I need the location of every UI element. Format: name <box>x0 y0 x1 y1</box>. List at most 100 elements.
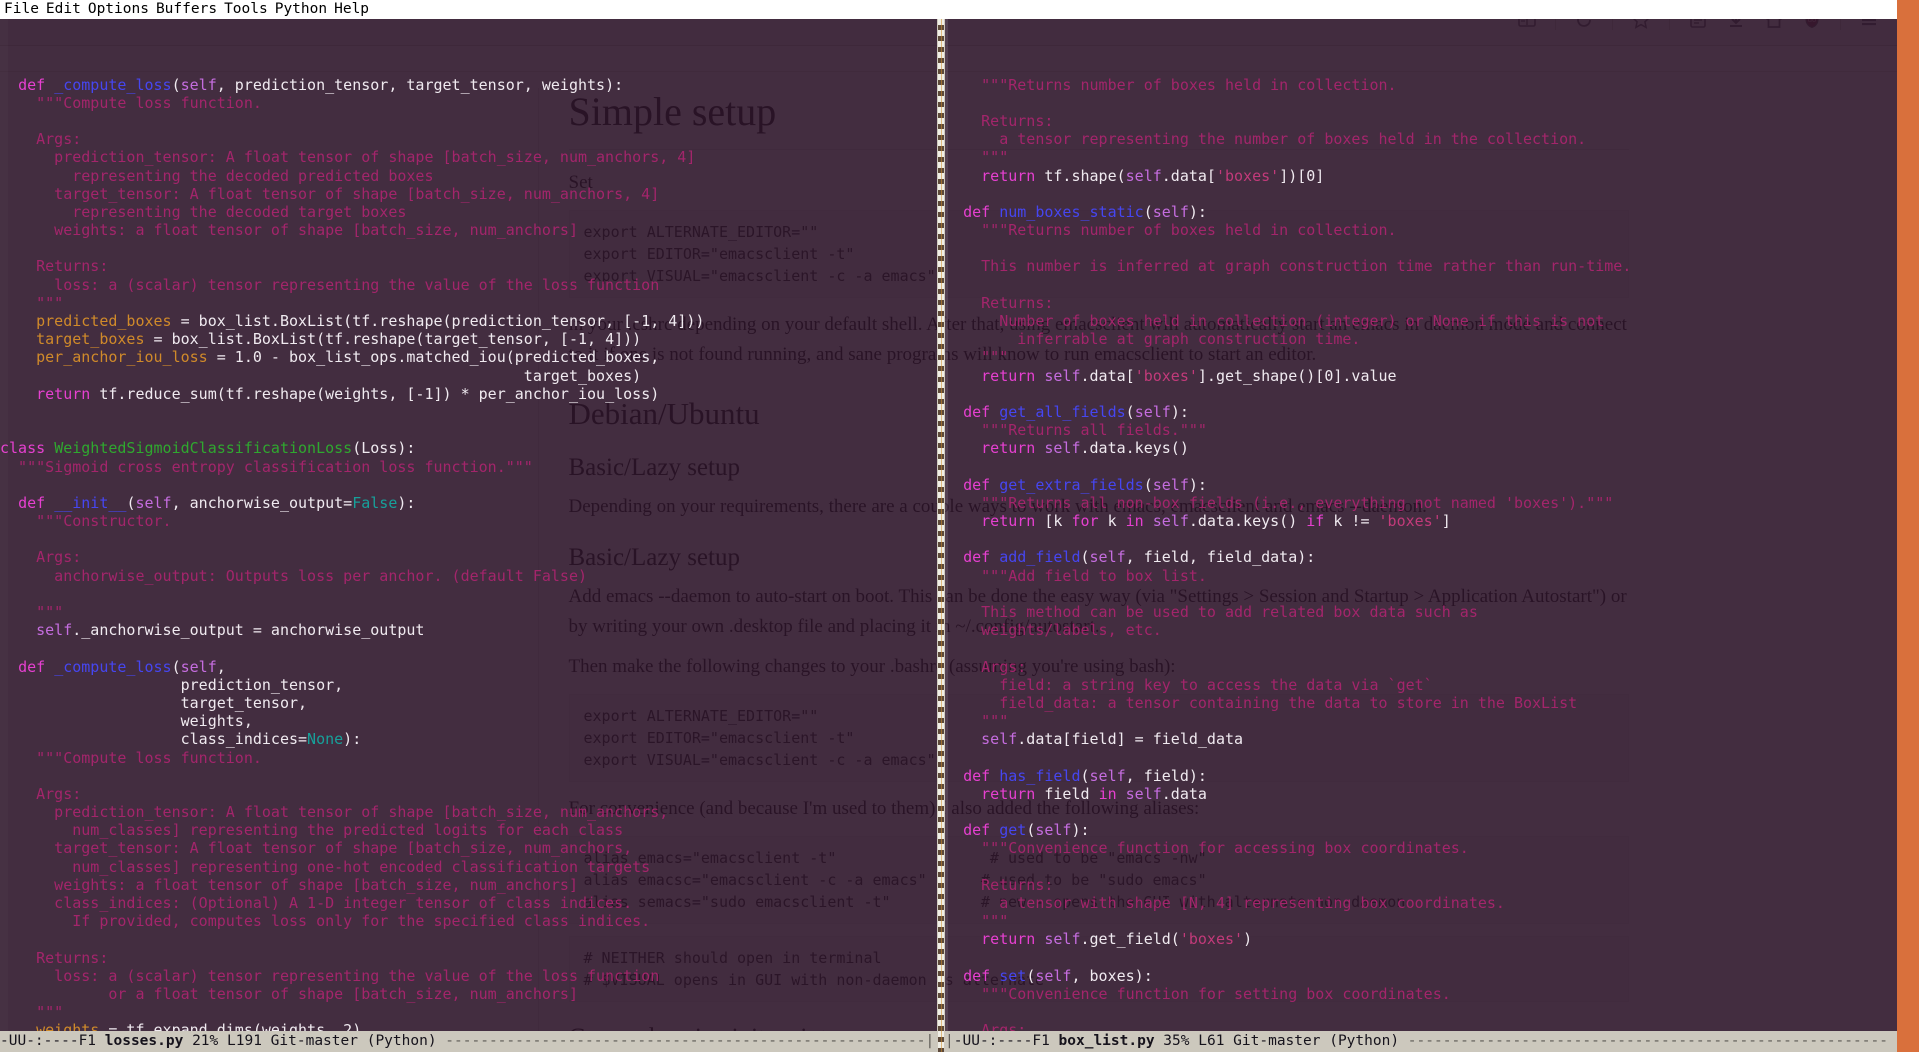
code-token: has_field <box>999 766 1081 785</box>
code-line: weights, <box>0 712 937 730</box>
code-line: def get_extra_fields(self): <box>945 476 1897 494</box>
modeline-major-mode: (Python) <box>1329 1033 1400 1049</box>
modeline-gap <box>1320 1033 1329 1049</box>
right-pane-scroll-indicator[interactable] <box>945 19 949 1031</box>
emacs-pane-left: def _compute_loss(self, prediction_tenso… <box>0 19 938 1052</box>
emacs-menu-bar[interactable]: File Edit Options Buffers Tools Python Help <box>0 0 1897 19</box>
code-line: per_anchor_iou_loss = 1.0 - box_list_ops… <box>0 348 937 366</box>
code-line: a tensor with shape [N, 4] representing … <box>945 894 1897 912</box>
code-token: num_classes] representing the predicted … <box>0 821 624 840</box>
menu-item-tools[interactable]: Tools <box>221 0 272 19</box>
code-token: class_indices= <box>0 730 308 749</box>
code-line: def _compute_loss(self, prediction_tenso… <box>0 76 937 94</box>
code-token: tf.shape( <box>1035 166 1126 185</box>
code-line: weights = tf.expand_dims(weights, 2) <box>0 1021 937 1031</box>
code-token: set <box>999 966 1027 985</box>
code-token: [k <box>1035 512 1072 531</box>
code-line: field_data: a tensor containing the data… <box>945 694 1897 712</box>
code-token: ( <box>171 657 181 676</box>
code-token: .data <box>1161 784 1207 803</box>
modeline-box-list-py: |-UU-:----F1 box_list.py 35% L61 Git-mas… <box>945 1031 1897 1052</box>
code-line: self._anchorwise_output = anchorwise_out… <box>0 621 937 639</box>
code-token: self <box>36 621 73 640</box>
code-line: num_classes] representing one-hot encode… <box>0 858 937 876</box>
code-token: self <box>1125 784 1162 803</box>
code-line: """ <box>0 1003 937 1021</box>
code-line: inferrable at graph construction time. <box>945 330 1897 348</box>
code-token: """Constructor. <box>0 512 172 531</box>
code-token: target_tensor: A float tensor of shape [… <box>0 839 633 858</box>
code-line: weights: a float tensor of shape [batch_… <box>0 876 937 894</box>
modeline-losses-py: -UU-:----F1 losses.py 21% L191 Git-maste… <box>0 1031 938 1052</box>
modeline-vc-branch: Git-master <box>1233 1033 1321 1049</box>
modeline-gap <box>218 1033 227 1049</box>
code-token: , anchorwise_output= <box>171 493 353 512</box>
code-token: _compute_loss <box>54 75 172 94</box>
code-line: num_classes] representing the predicted … <box>0 821 937 839</box>
code-token: ( <box>1026 821 1036 840</box>
code-line: loss: a (scalar) tensor representing the… <box>0 276 937 294</box>
code-token: .data.keys() <box>1188 512 1307 531</box>
buffer-box-list-py[interactable]: """Returns number of boxes held in colle… <box>945 19 1897 1031</box>
code-token: Returns: <box>945 111 1054 130</box>
modeline-scroll-percent: 35% <box>1163 1033 1190 1049</box>
window-divider[interactable] <box>937 19 946 1052</box>
code-token: loss: a (scalar) tensor representing the… <box>0 275 660 294</box>
menu-item-buffers[interactable]: Buffers <box>153 0 221 19</box>
code-line: class WeightedSigmoidClassificationLoss(… <box>0 439 937 457</box>
code-token: k != <box>1324 512 1379 531</box>
code-token: weights, <box>0 712 253 731</box>
code-line: return tf.reduce_sum(tf.reshape(weights,… <box>0 385 937 403</box>
modeline-gap <box>1050 1033 1059 1049</box>
code-token: .data[ <box>1161 166 1216 185</box>
menu-item-help[interactable]: Help <box>331 0 373 19</box>
code-token: ( <box>1143 202 1153 221</box>
menu-item-file[interactable]: File <box>1 0 43 19</box>
code-line: weights/labels, etc. <box>945 621 1897 639</box>
buffer-losses-py[interactable]: def _compute_loss(self, prediction_tenso… <box>0 19 937 1031</box>
menu-item-python[interactable]: Python <box>272 0 331 19</box>
code-line: """Returns number of boxes held in colle… <box>945 76 1897 94</box>
menu-item-edit[interactable]: Edit <box>43 0 85 19</box>
code-token: representing the decoded target boxes <box>0 202 407 221</box>
modeline-gap <box>183 1033 192 1049</box>
code-token: for <box>1071 512 1099 531</box>
code-token: self <box>1152 202 1189 221</box>
code-token: ])[0] <box>1279 166 1325 185</box>
code-token: weights: a float tensor of shape [batch_… <box>0 221 578 240</box>
code-line: return self.get_field('boxes') <box>945 930 1897 948</box>
code-token: __init__ <box>54 493 127 512</box>
code-line: def _compute_loss(self, <box>0 658 937 676</box>
code-token: get_all_fields <box>999 402 1126 421</box>
code-token: return <box>981 930 1036 949</box>
code-line: return self.data['boxes'].get_shape()[0]… <box>945 367 1897 385</box>
code-line: Returns: <box>945 294 1897 312</box>
code-token: """Compute loss function. <box>0 748 262 767</box>
code-line: """Add field to box list. <box>945 567 1897 585</box>
code-token: """ <box>945 148 1009 167</box>
menu-item-options[interactable]: Options <box>85 0 153 19</box>
code-token: .get_field( <box>1080 930 1180 949</box>
code-token: , prediction_tensor, target_tensor, weig… <box>216 75 624 94</box>
code-line: Args: <box>0 130 937 148</box>
code-token: Returns: <box>0 257 109 276</box>
code-line: target_boxes = box_list.BoxList(tf.resha… <box>0 330 937 348</box>
code-token: return <box>981 166 1036 185</box>
code-token: def <box>963 402 991 421</box>
code-token: """Returns all fields.""" <box>945 421 1207 440</box>
code-token: = 1.0 - box_list_ops.matched_iou(predict… <box>207 348 660 367</box>
code-token: return <box>981 439 1036 458</box>
code-token: self <box>1044 439 1081 458</box>
